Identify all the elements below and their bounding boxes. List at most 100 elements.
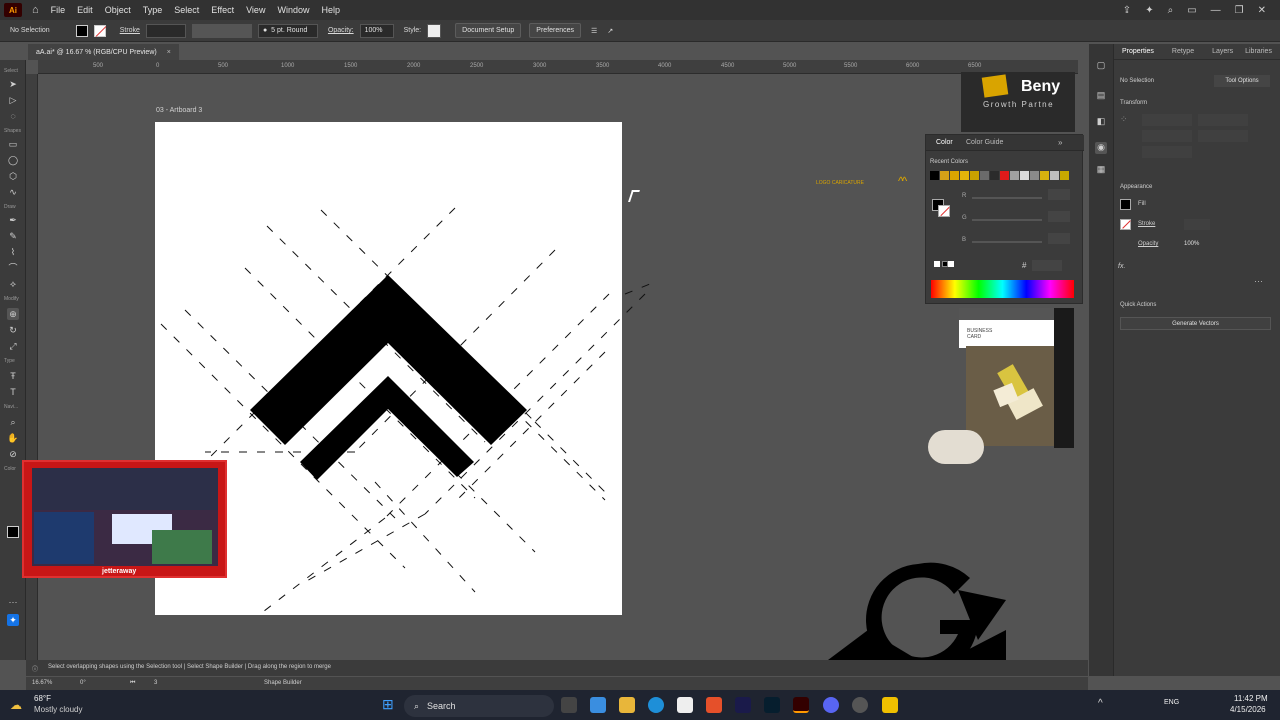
discover-icon[interactable]: ✦ [1145, 5, 1153, 16]
fill-swatch[interactable] [1120, 199, 1131, 210]
recent-color-swatch[interactable] [950, 171, 959, 180]
store-icon[interactable] [677, 697, 693, 713]
color-panel-icon[interactable]: ◉ [1095, 142, 1107, 154]
scale-tool-icon[interactable]: ⤢ [7, 340, 19, 352]
recent-color-swatch[interactable] [960, 171, 969, 180]
white-swatch[interactable] [948, 261, 954, 267]
weather-temp[interactable]: 68°F [34, 694, 51, 703]
recent-color-swatch[interactable] [1000, 171, 1009, 180]
align-icon[interactable]: ☰ [591, 27, 597, 35]
hand-tool-icon[interactable]: ✋ [7, 432, 19, 444]
lasso-tool-icon[interactable]: ◌ [7, 110, 19, 122]
type-on-path-tool-icon[interactable]: Ŧ [7, 370, 19, 382]
weather-icon[interactable]: ☁ [10, 698, 22, 712]
fill-swatch[interactable] [75, 24, 88, 37]
steam-icon[interactable] [852, 697, 868, 713]
photoshop-icon[interactable] [764, 697, 780, 713]
recent-color-swatch[interactable] [1030, 171, 1039, 180]
edit-toolbar-icon[interactable]: ✦ [7, 614, 19, 626]
stroke-weight-field[interactable] [1184, 219, 1210, 230]
arrange-icon[interactable]: ▭ [1187, 5, 1196, 16]
illustrator-taskbar-icon[interactable] [793, 697, 809, 713]
menu-effect[interactable]: Effect [211, 5, 234, 15]
zoom-tool-icon[interactable]: ⌕ [7, 416, 19, 428]
tab-color[interactable]: Color [936, 139, 953, 146]
channel-r-slider[interactable] [972, 197, 1042, 199]
style-swatch[interactable] [427, 23, 442, 38]
width-tool-icon[interactable]: ⟡ [7, 278, 19, 290]
horizontal-ruler[interactable]: 500 0 500 1000 1500 2000 2500 3000 3500 … [38, 60, 1078, 74]
opacity-value[interactable]: 100% [1184, 241, 1199, 247]
document-setup-button[interactable]: Document Setup [455, 23, 522, 38]
selection-tool-icon[interactable]: ➤ [7, 78, 19, 90]
g-logo-artwork[interactable] [828, 560, 1008, 660]
windows-start-icon[interactable]: ⊞ [382, 696, 394, 713]
menu-edit[interactable]: Edit [77, 5, 93, 15]
rotation-value[interactable]: 0° [80, 680, 86, 686]
preferences-button[interactable]: Preferences [529, 23, 582, 38]
ellipse-tool-icon[interactable]: ◯ [7, 154, 19, 166]
recent-color-swatch[interactable] [1020, 171, 1029, 180]
more-tools-icon[interactable]: ··· [7, 596, 19, 608]
zoom-level[interactable]: 16.67% [32, 680, 52, 686]
menu-type[interactable]: Type [143, 5, 163, 15]
pill-shape[interactable] [928, 430, 984, 464]
artwork-layer[interactable] [155, 122, 655, 615]
sticky-app-icon[interactable] [882, 697, 898, 713]
variable-width-field[interactable] [191, 23, 252, 38]
fill-color-icon[interactable] [7, 526, 19, 538]
close-icon[interactable]: ✕ [1258, 5, 1266, 16]
stroke-swatch[interactable] [93, 24, 106, 37]
channel-g-field[interactable] [1048, 211, 1070, 222]
angle-field[interactable] [1142, 146, 1192, 158]
clock-date[interactable]: 4/15/2026 [1230, 705, 1266, 714]
channel-b-field[interactable] [1048, 233, 1070, 244]
none-swatch[interactable] [934, 261, 940, 267]
info-icon[interactable]: ⓘ [32, 664, 38, 673]
premiere-icon[interactable] [735, 697, 751, 713]
opacity-label[interactable]: Opacity: [328, 27, 354, 34]
swatches-icon[interactable]: ▦ [1095, 164, 1107, 176]
generate-vectors-button[interactable]: Generate Vectors [1120, 317, 1271, 330]
shape-builder-tool-icon[interactable]: ⊕ [7, 308, 19, 320]
recent-color-swatch[interactable] [940, 171, 949, 180]
opacity-field[interactable]: 100% [359, 23, 394, 38]
menu-file[interactable]: File [51, 5, 66, 15]
recent-color-swatch[interactable] [1040, 171, 1049, 180]
brave-icon[interactable] [706, 697, 722, 713]
recent-color-swatch[interactable] [930, 171, 939, 180]
stroke-color-icon[interactable] [938, 205, 950, 217]
clock-time[interactable]: 11:42 PM [1234, 694, 1268, 703]
tab-color-guide[interactable]: Color Guide [966, 139, 1003, 146]
w-field[interactable] [1198, 114, 1248, 126]
tab-properties[interactable]: Properties [1122, 48, 1154, 55]
opacity-label[interactable]: Opacity [1138, 241, 1158, 247]
restore-icon[interactable]: ❐ [1235, 5, 1244, 16]
y-field[interactable] [1142, 130, 1192, 142]
discord-icon[interactable] [823, 697, 839, 713]
menu-select[interactable]: Select [174, 5, 199, 15]
fx-icon[interactable]: fx. [1118, 263, 1125, 270]
panel-collapse-icon[interactable]: » [1058, 138, 1062, 147]
shaper-tool-icon[interactable]: ∿ [7, 186, 19, 198]
recent-color-swatch[interactable] [1050, 171, 1059, 180]
rectangle-tool-icon[interactable]: ▭ [7, 138, 19, 150]
menu-object[interactable]: Object [105, 5, 131, 15]
copilot-icon[interactable] [590, 697, 606, 713]
eyedropper-tool-icon[interactable]: ⊘ [7, 448, 19, 460]
x-field[interactable] [1142, 114, 1192, 126]
pencil-tool-icon[interactable]: ✎ [7, 230, 19, 242]
taskbar-search[interactable]: ⌕ Search [404, 695, 554, 717]
recent-color-swatch[interactable] [1010, 171, 1019, 180]
artboard-number[interactable]: 3 [154, 680, 157, 686]
artboard-label[interactable]: 03 - Artboard 3 [156, 107, 202, 114]
channel-r-field[interactable] [1048, 189, 1070, 200]
color-spectrum[interactable] [931, 280, 1074, 298]
close-tab-icon[interactable]: × [167, 49, 171, 56]
recent-color-swatch[interactable] [990, 171, 999, 180]
business-card-preview[interactable]: BUSINESS CARD [959, 308, 1055, 348]
reference-point-icon[interactable]: ⁘ [1120, 114, 1132, 126]
type-tool-icon[interactable]: T [7, 386, 19, 398]
recent-color-swatch[interactable] [980, 171, 989, 180]
menu-help[interactable]: Help [321, 5, 340, 15]
